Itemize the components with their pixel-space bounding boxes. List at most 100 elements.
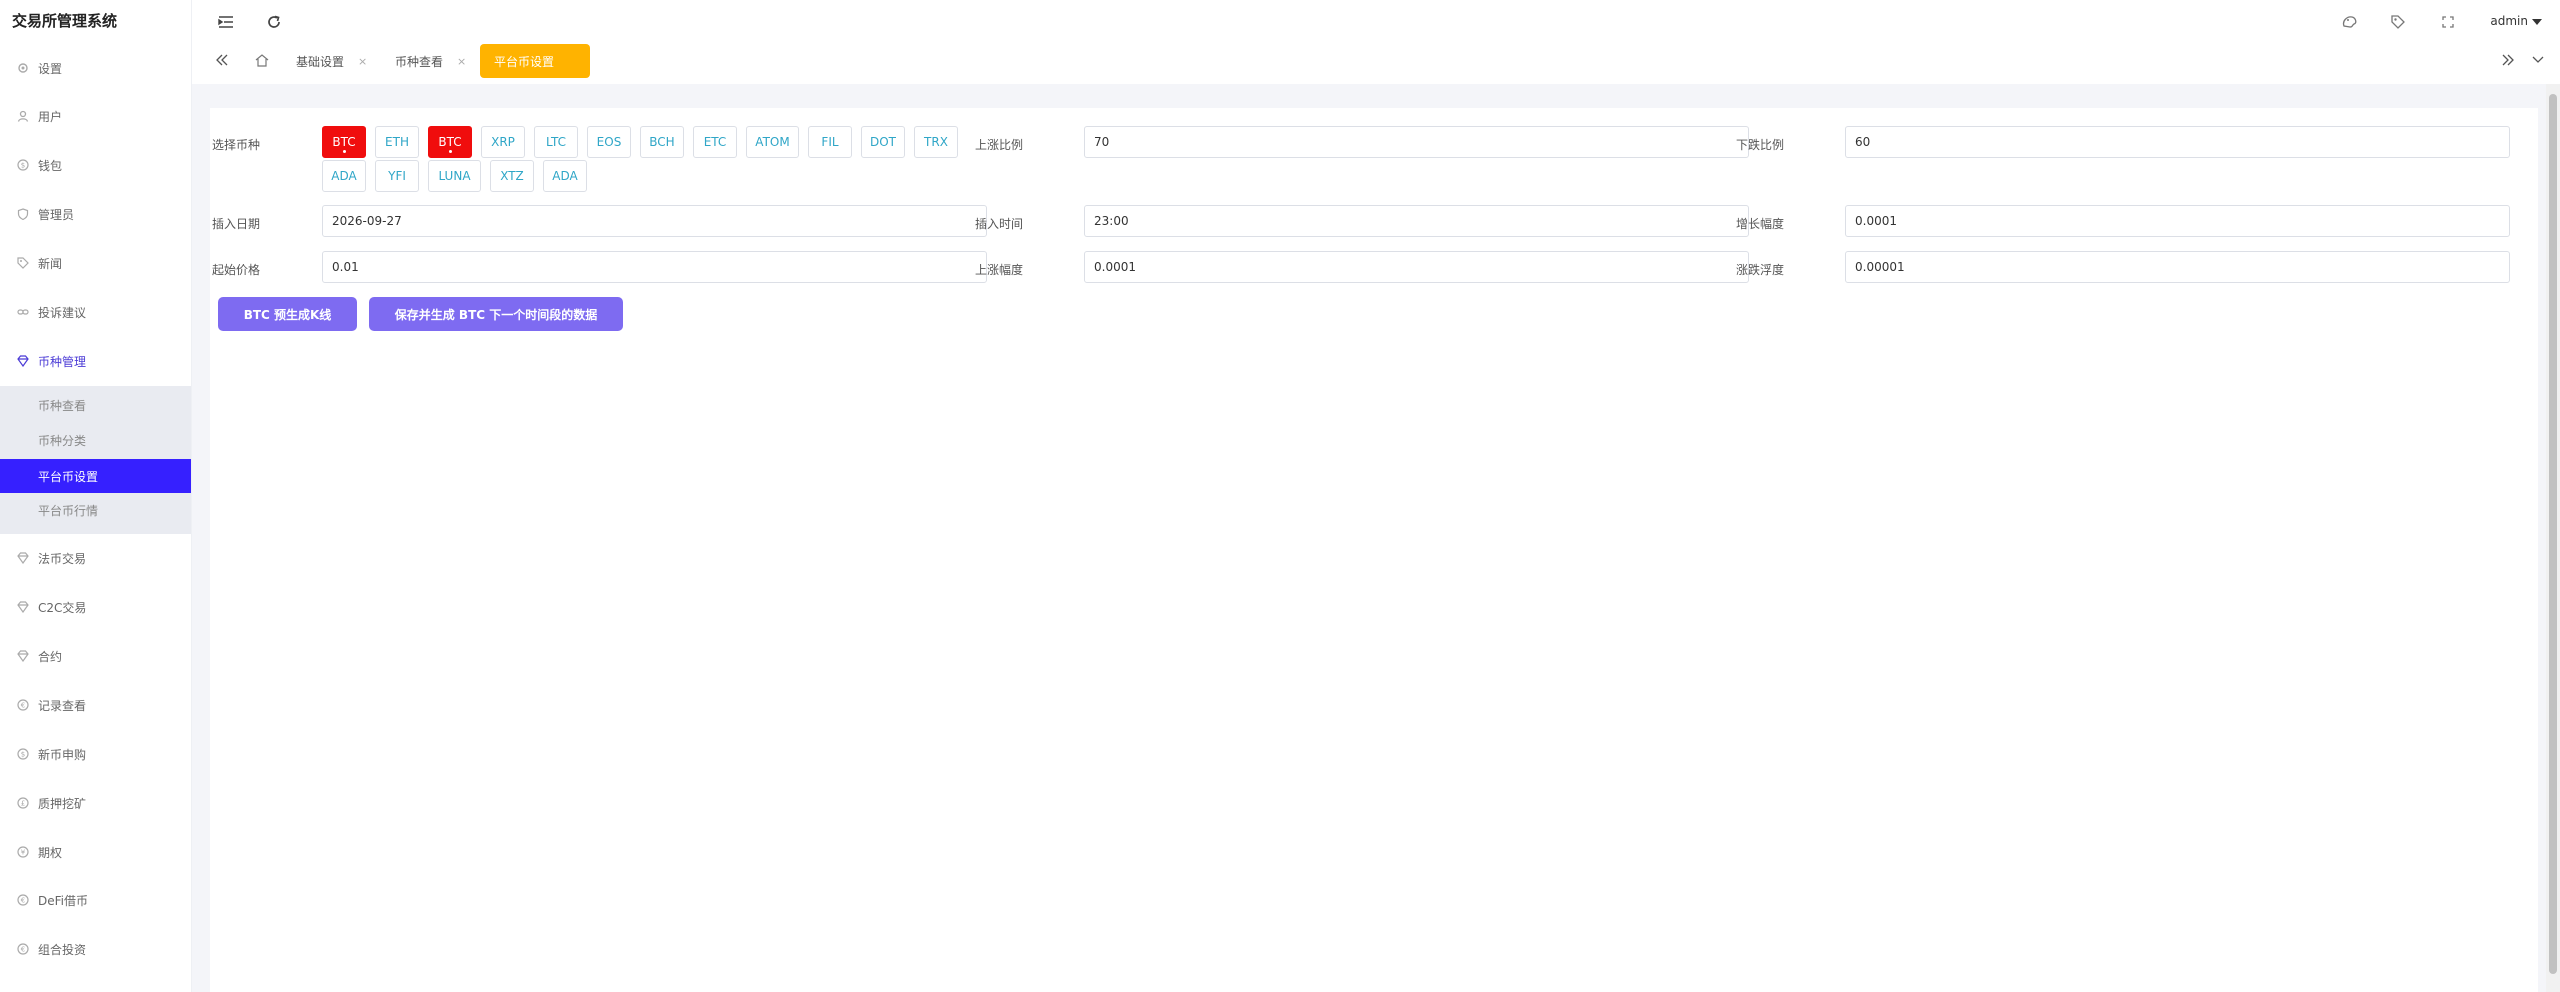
app-title: 交易所管理系统 <box>12 12 118 30</box>
sidebar-item-settings[interactable]: 设置 <box>0 44 191 92</box>
coin-option-fil[interactable]: FIL <box>808 126 852 158</box>
sidebar-item-new-coin[interactable]: $ 新币申购 <box>0 730 191 778</box>
sidebar-item-fiat-trade[interactable]: 法币交易 <box>0 534 191 582</box>
fluctuation-input[interactable]: 0.00001 <box>1845 251 2510 283</box>
sidebar-item-label: 管理员 <box>38 207 75 222</box>
fluctuation-label: 涨跌浮度 <box>1735 263 1784 277</box>
insert-time-input[interactable]: 23:00 <box>1084 205 1749 237</box>
sidebar-item-portfolio[interactable]: € 组合投资 <box>0 925 191 973</box>
tag-icon[interactable] <box>2388 12 2408 32</box>
sidebar-item-contract[interactable]: 合约 <box>0 632 191 680</box>
submenu-item-coin-view[interactable]: 币种查看 <box>0 388 191 422</box>
sidebar-item-records[interactable]: € 记录查看 <box>0 681 191 729</box>
topbar: admin <box>192 0 2560 44</box>
sidebar-item-c2c-trade[interactable]: C2C交易 <box>0 583 191 631</box>
close-icon[interactable]: × <box>457 55 466 68</box>
coin-option-eos[interactable]: EOS <box>587 126 631 158</box>
coin-option-yfi[interactable]: YFI <box>375 160 419 192</box>
sidebar-item-label: 法币交易 <box>38 551 87 566</box>
menu-collapse-icon[interactable] <box>216 12 236 32</box>
growth-input[interactable]: 0.0001 <box>1845 205 2510 237</box>
refresh-icon[interactable] <box>264 12 284 32</box>
currency-icon: € <box>16 893 30 907</box>
submenu-item-platform-coin-settings[interactable]: 平台币设置 <box>0 459 191 493</box>
sidebar-item-staking[interactable]: £ 质押挖矿 <box>0 779 191 827</box>
chevron-down-icon[interactable] <box>2528 50 2548 70</box>
start-price-label: 起始价格 <box>211 263 260 277</box>
tabs-scroll-right-icon[interactable] <box>2498 50 2518 70</box>
sidebar-item-admin[interactable]: 管理员 <box>0 190 191 238</box>
rise-label: 上涨幅度 <box>974 263 1023 277</box>
sidebar-item-coin-management[interactable]: 币种管理 <box>0 337 191 385</box>
sidebar-item-users[interactable]: 用户 <box>0 92 191 140</box>
coin-option-btc[interactable]: BTC <box>322 126 366 158</box>
sidebar-item-defi[interactable]: € DeFi借币 <box>0 876 191 924</box>
down-ratio-input[interactable]: 60 <box>1845 126 2510 158</box>
insert-date-input[interactable]: 2026-09-27 <box>322 205 987 237</box>
start-price-input[interactable]: 0.01 <box>322 251 987 283</box>
preview-kline-button[interactable]: BTC 预生成K线 <box>218 297 357 331</box>
username: admin <box>2490 14 2528 28</box>
growth-label: 增长幅度 <box>1735 217 1784 231</box>
caret-down-icon <box>2532 14 2542 28</box>
fullscreen-icon[interactable] <box>2438 12 2458 32</box>
user-icon <box>16 109 30 123</box>
user-menu[interactable]: admin <box>2490 14 2542 28</box>
submenu-item-coin-category[interactable]: 币种分类 <box>0 423 191 457</box>
tab-basic-settings[interactable]: 基础设置 × <box>296 44 367 78</box>
currency-icon: € <box>16 698 30 712</box>
sidebar-item-label: DeFi借币 <box>38 893 88 908</box>
svg-text:€: € <box>21 702 25 710</box>
coin-option-bch[interactable]: BCH <box>640 126 684 158</box>
sidebar-item-label: C2C交易 <box>38 600 87 615</box>
coin-option-ada[interactable]: ADA <box>543 160 587 192</box>
theme-icon[interactable] <box>2340 12 2360 32</box>
coin-option-etc[interactable]: ETC <box>693 126 737 158</box>
sidebar-item-wallet[interactable]: $ 钱包 <box>0 141 191 189</box>
currency-icon: $ <box>16 747 30 761</box>
sidebar-item-complaints[interactable]: 投诉建议 <box>0 288 191 336</box>
close-icon[interactable]: × <box>358 55 367 68</box>
coin-option-luna[interactable]: LUNA <box>428 160 481 192</box>
scrollbar[interactable] <box>2546 84 2560 992</box>
sidebar-item-label: 组合投资 <box>38 942 87 957</box>
up-ratio-label: 上涨比例 <box>974 138 1023 152</box>
submenu-item-platform-coin-market[interactable]: 平台币行情 <box>0 493 191 527</box>
insert-date-label: 插入日期 <box>211 217 260 231</box>
tabs-bar: 基础设置 × 币种查看 × 平台币设置 <box>192 44 2560 84</box>
up-ratio-input[interactable]: 70 <box>1084 126 1749 158</box>
svg-text:¥: ¥ <box>21 849 26 857</box>
coin-option-xrp[interactable]: XRP <box>481 126 525 158</box>
scrollbar-thumb[interactable] <box>2549 94 2557 974</box>
coin-option-eth[interactable]: ETH <box>375 126 419 158</box>
sidebar-item-label: 投诉建议 <box>38 305 87 320</box>
svg-text:€: € <box>21 897 25 905</box>
coin-option-ltc[interactable]: LTC <box>534 126 578 158</box>
tabs-scroll-left-icon[interactable] <box>212 50 232 70</box>
sidebar-item-label: 币种管理 <box>38 354 87 369</box>
svg-text:$: $ <box>21 162 25 170</box>
tab-platform-coin-settings[interactable]: 平台币设置 <box>480 44 590 78</box>
shield-icon <box>16 207 30 221</box>
diamond-icon <box>16 551 30 565</box>
tag-icon <box>16 256 30 270</box>
submenu-item-label: 币种查看 <box>38 398 87 413</box>
coin-option-atom[interactable]: ATOM <box>746 126 799 158</box>
coin-option-ada[interactable]: ADA <box>322 160 366 192</box>
tab-coin-view[interactable]: 币种查看 × <box>395 44 466 78</box>
svg-text:€: € <box>21 946 25 954</box>
sidebar-item-news[interactable]: 新闻 <box>0 239 191 287</box>
sidebar: 交易所管理系统 设置 用户 $ 钱包 管理员 新闻 投诉建议 币种管理 币种查看… <box>0 0 192 992</box>
home-icon[interactable] <box>252 50 272 70</box>
sidebar-item-label: 设置 <box>38 61 63 76</box>
rise-input[interactable]: 0.0001 <box>1084 251 1749 283</box>
currency-icon: € <box>16 942 30 956</box>
sidebar-item-label: 新币申购 <box>38 747 87 762</box>
save-generate-button[interactable]: 保存并生成 BTC 下一个时间段的数据 <box>369 297 623 331</box>
coin-option-xtz[interactable]: XTZ <box>490 160 534 192</box>
sidebar-item-options[interactable]: ¥ 期权 <box>0 828 191 876</box>
sidebar-item-label: 新闻 <box>38 256 63 271</box>
sidebar-item-label: 记录查看 <box>38 698 87 713</box>
coin-option-btc[interactable]: BTC <box>428 126 472 158</box>
coin-option-dot[interactable]: DOT <box>861 126 905 158</box>
